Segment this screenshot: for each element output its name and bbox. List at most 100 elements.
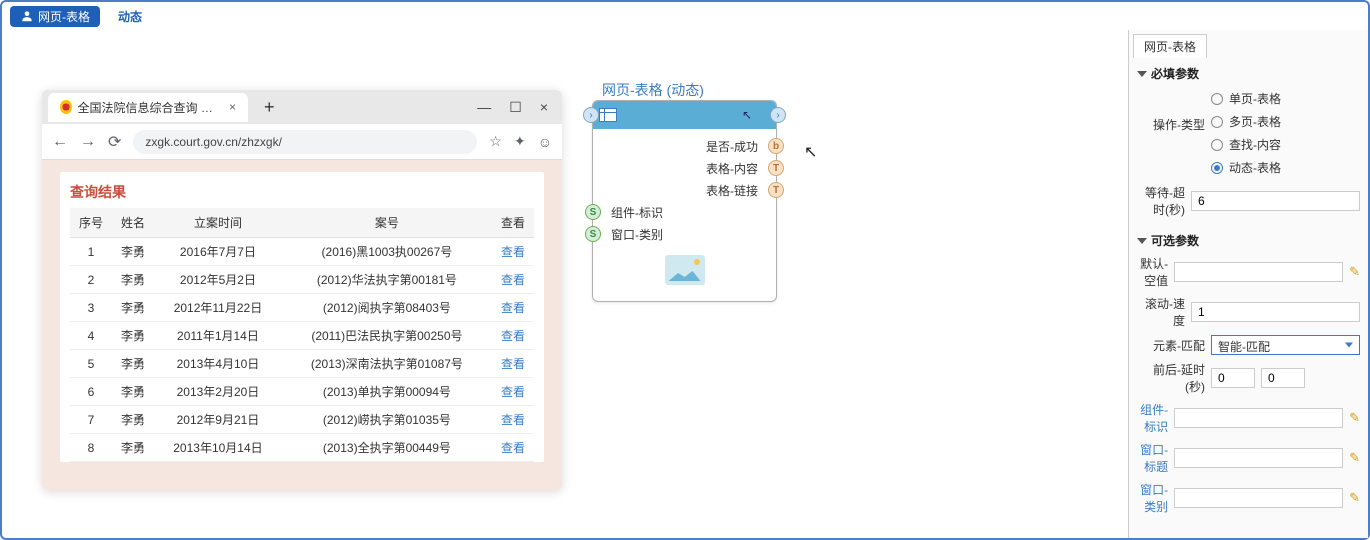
table-row: 8 李勇 2013年10月14日 (2013)全执字第00449号 查看 xyxy=(70,434,534,462)
radio-label: 多页-表格 xyxy=(1229,113,1281,130)
view-link[interactable]: 查看 xyxy=(492,294,534,322)
properties-panel: 网页-表格 必填参数 操作-类型 单页-表格多页-表格查找-内容动态-表格 等待… xyxy=(1128,30,1368,538)
cell-name: 李勇 xyxy=(112,434,154,462)
page-heading: 查询结果 xyxy=(70,182,534,202)
maximize-icon[interactable]: ☐ xyxy=(509,99,522,116)
output-row: 表格-内容 T xyxy=(593,157,776,179)
section-header-required[interactable]: 必填参数 xyxy=(1137,62,1360,85)
node-preview xyxy=(593,245,776,295)
input-scroll-speed[interactable] xyxy=(1191,302,1360,322)
cell-num: 4 xyxy=(70,322,112,350)
label-element-match: 元素-匹配 xyxy=(1137,337,1205,354)
cell-date: 2016年7月7日 xyxy=(154,238,282,266)
radio-label: 查找-内容 xyxy=(1229,136,1281,153)
output-label: 表格-内容 xyxy=(706,160,758,177)
window-controls: — ☐ × xyxy=(477,99,556,116)
cell-case: (2013)单执字第00094号 xyxy=(282,378,492,406)
radio-option[interactable]: 单页-表格 xyxy=(1211,90,1281,107)
minimize-icon[interactable]: — xyxy=(477,99,491,116)
view-link[interactable]: 查看 xyxy=(492,434,534,462)
input-delay-after[interactable] xyxy=(1261,368,1305,388)
section-header-optional[interactable]: 可选参数 xyxy=(1137,229,1360,252)
view-link[interactable]: 查看 xyxy=(492,266,534,294)
back-button[interactable]: ← xyxy=(52,133,68,151)
close-icon[interactable]: × xyxy=(540,99,548,116)
label-win-title[interactable]: 窗口-标题 xyxy=(1137,441,1168,475)
table-row: 3 李勇 2012年11月22日 (2012)阅执字第08403号 查看 xyxy=(70,294,534,322)
view-link[interactable]: 查看 xyxy=(492,406,534,434)
edit-icon[interactable]: ✎ xyxy=(1349,410,1360,426)
extensions-icon[interactable]: ✦ xyxy=(514,133,526,150)
cell-name: 李勇 xyxy=(112,266,154,294)
node-box[interactable]: › ↖ › 是否-成功 b 表格-内容 T 表格-链接 xyxy=(592,100,777,302)
reload-button[interactable]: ⟳ xyxy=(108,132,121,152)
port-string[interactable]: S xyxy=(585,204,601,220)
browser-tab[interactable]: 全国法院信息综合查询 - 综合查 × xyxy=(48,93,248,122)
person-icon xyxy=(20,9,34,23)
port-string[interactable]: S xyxy=(585,226,601,242)
cell-date: 2012年11月22日 xyxy=(154,294,282,322)
label-win-type[interactable]: 窗口-类别 xyxy=(1137,481,1168,515)
tab-close-icon[interactable]: × xyxy=(229,100,236,114)
input-win-title[interactable] xyxy=(1174,448,1343,468)
table-row: 2 李勇 2012年5月2日 (2012)华法执字第00181号 查看 xyxy=(70,266,534,294)
cell-case: (2016)黑1003执00267号 xyxy=(282,238,492,266)
cell-num: 6 xyxy=(70,378,112,406)
browser-tab-strip: 全国法院信息综合查询 - 综合查 × + — ☐ × xyxy=(42,90,562,124)
cell-date: 2012年5月2日 xyxy=(154,266,282,294)
view-link[interactable]: 查看 xyxy=(492,322,534,350)
select-element-match[interactable]: 智能-匹配 xyxy=(1211,335,1360,355)
port-table[interactable]: T xyxy=(768,182,784,198)
exec-out-port[interactable]: › xyxy=(770,107,786,123)
profile-icon[interactable]: ☺ xyxy=(538,134,552,150)
header-title: 网页-表格 xyxy=(38,8,90,25)
panel-tab[interactable]: 网页-表格 xyxy=(1133,34,1207,58)
edit-icon[interactable]: ✎ xyxy=(1349,450,1360,466)
cell-num: 2 xyxy=(70,266,112,294)
view-link[interactable]: 查看 xyxy=(492,462,534,463)
label-comp-id[interactable]: 组件-标识 xyxy=(1137,401,1168,435)
browser-window: 全国法院信息综合查询 - 综合查 × + — ☐ × ← → ⟳ zxgk.co… xyxy=(42,90,562,490)
radio-option[interactable]: 查找-内容 xyxy=(1211,136,1281,153)
mouse-cursor-icon: ↖ xyxy=(804,142,817,162)
exec-in-port[interactable]: › xyxy=(583,107,599,123)
radio-option[interactable]: 多页-表格 xyxy=(1211,113,1281,130)
cell-name: 李勇 xyxy=(112,406,154,434)
radio-option[interactable]: 动态-表格 xyxy=(1211,159,1281,176)
canvas[interactable]: 全国法院信息综合查询 - 综合查 × + — ☐ × ← → ⟳ zxgk.co… xyxy=(2,30,1128,538)
output-row: 表格-链接 T xyxy=(593,179,776,201)
input-win-type[interactable] xyxy=(1174,488,1343,508)
edit-icon[interactable]: ✎ xyxy=(1349,264,1360,280)
radio-icon xyxy=(1211,162,1223,174)
optional-section: 可选参数 默认-空值 ✎ 滚动-速度 元素-匹配 智能-匹配 xyxy=(1129,225,1368,522)
port-bool[interactable]: b xyxy=(768,138,784,154)
chevron-down-icon xyxy=(1345,343,1353,348)
page-content: 查询结果 序号 姓名 立案时间 案号 查看 1 李勇 2016年7月7日 (20… xyxy=(60,172,544,462)
input-comp-id[interactable] xyxy=(1174,408,1343,428)
cell-num: 9 xyxy=(70,462,112,463)
header-bar: 网页-表格 动态 xyxy=(2,2,1368,30)
view-link[interactable]: 查看 xyxy=(492,238,534,266)
results-table: 序号 姓名 立案时间 案号 查看 1 李勇 2016年7月7日 (2016)黑1… xyxy=(70,208,534,462)
col-name: 姓名 xyxy=(112,208,154,238)
cell-name: 李勇 xyxy=(112,294,154,322)
chevron-down-icon xyxy=(1137,71,1147,77)
edit-icon[interactable]: ✎ xyxy=(1349,490,1360,506)
cell-date: 2011年1月14日 xyxy=(154,322,282,350)
url-bar[interactable]: zxgk.court.gov.cn/zhzxgk/ xyxy=(133,130,477,154)
new-tab-button[interactable]: + xyxy=(264,97,275,118)
cell-case: (2012)华法执字第00181号 xyxy=(282,266,492,294)
node-header[interactable]: › ↖ › xyxy=(593,101,776,129)
input-timeout[interactable] xyxy=(1191,191,1360,211)
table-row: 6 李勇 2013年2月20日 (2013)单执字第00094号 查看 xyxy=(70,378,534,406)
cell-case: (2011)巴法民执字第00250号 xyxy=(282,322,492,350)
label-op-type: 操作-类型 xyxy=(1137,88,1205,133)
header-title-chip: 网页-表格 xyxy=(10,6,100,27)
forward-button[interactable]: → xyxy=(80,133,96,151)
port-table[interactable]: T xyxy=(768,160,784,176)
view-link[interactable]: 查看 xyxy=(492,378,534,406)
input-default-empty[interactable] xyxy=(1174,262,1343,282)
view-link[interactable]: 查看 xyxy=(492,350,534,378)
input-delay-before[interactable] xyxy=(1211,368,1255,388)
star-icon[interactable]: ☆ xyxy=(489,133,502,150)
